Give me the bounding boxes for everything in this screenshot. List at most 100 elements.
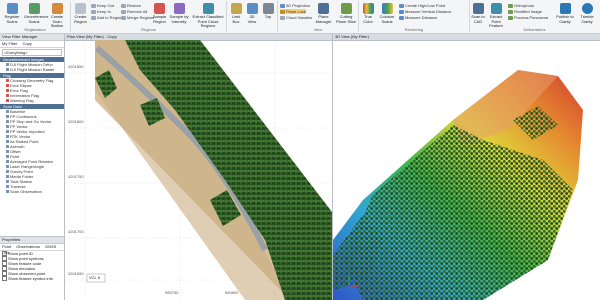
y-tick-label: 4201700 (68, 229, 84, 234)
trimble-clarity-icon (581, 3, 593, 14)
add-to-region-icon (91, 15, 96, 20)
flag-icon (6, 94, 9, 98)
publish-clarity-icon (559, 3, 571, 14)
list-item[interactable]: Warning Flag (0, 98, 64, 103)
tab-point[interactable]: Point (2, 244, 11, 249)
image-icon (6, 68, 9, 72)
point-icon (6, 155, 9, 159)
sample-region-icon (154, 3, 165, 14)
top-view-button[interactable]: Top (261, 3, 275, 20)
filter-dropdown[interactable]: <Everything> (2, 49, 62, 56)
ribbon-toolbar: Register Scans Georeference Scans Create… (0, 0, 600, 34)
3d-projection-button[interactable]: 3D Projection (280, 3, 310, 8)
flag-icon (6, 84, 9, 88)
panel-tabs: My Filter Copy (0, 41, 64, 48)
keep-out-button[interactable]: Keep Out (91, 3, 114, 8)
high-low-point-icon (399, 3, 404, 8)
publish-to-clarity-button[interactable]: Publish to Clarity (555, 3, 575, 24)
3d-view-canvas[interactable] (333, 40, 600, 300)
restore-button[interactable]: Restore (121, 3, 141, 8)
list-item[interactable]: DJI Flight Mission Raster (0, 67, 64, 72)
measure-vertical-distance-button[interactable]: Measure Vertical Distance (399, 9, 451, 14)
plane-lock-toggle[interactable]: Plane Lock (280, 9, 306, 14)
offset-icon (6, 150, 9, 154)
plane-manager-button[interactable]: Plane Manager (314, 3, 333, 24)
cloud-handles-icon (280, 15, 285, 20)
baseline-icon (6, 110, 9, 114)
checkbox-show-feature-symbol-info[interactable]: Show feature symbol info (0, 276, 64, 282)
measure-distance-button[interactable]: Measure Distance (399, 15, 437, 20)
remove-all-button[interactable]: Remove All (121, 9, 147, 14)
extract-point-feature-button[interactable]: Extract Point Feature (487, 3, 505, 29)
point-icon (6, 170, 9, 174)
cutting-plane-icon (340, 3, 352, 14)
plane-lock-icon (280, 9, 285, 14)
3d-view-button[interactable]: 3D View (245, 3, 259, 24)
list-item[interactable]: Scan Observation (0, 189, 64, 194)
limit-box-icon (230, 3, 242, 14)
orthophoto-button[interactable]: Orthophoto (508, 3, 534, 8)
merge-regions-button[interactable]: Merge Regions (121, 15, 154, 20)
group-label-regions: Regions (141, 27, 156, 32)
sample-by-intensity-button[interactable]: Sample by Intensity (169, 3, 189, 24)
process-panorama-button[interactable]: Process Panorama (508, 15, 548, 20)
orthophoto-icon (508, 3, 513, 8)
scale-label: VCL 5 (89, 275, 100, 280)
y-tick-label: 4201850 (68, 64, 84, 69)
image-icon (6, 63, 9, 67)
create-high-low-point-button[interactable]: Create High/Low Point (399, 3, 445, 8)
scan-to-cad-icon (472, 3, 484, 14)
scan-to-cad-button[interactable]: Scan to CAD (471, 3, 485, 24)
limit-box-button[interactable]: Limit Box (229, 3, 243, 24)
properties-header: Properties (0, 237, 64, 244)
ribbon-group-view: 3D Projection Plane Lock Cloud Handles P… (278, 1, 359, 32)
extract-classified-button[interactable]: Extract Classified Point Cloud Regions (191, 3, 225, 29)
true-color-icon (362, 3, 374, 14)
vector-icon (6, 115, 9, 119)
group-label-deliverables: Deliverables (523, 27, 546, 32)
total-station-icon (6, 180, 9, 184)
flag-icon (6, 79, 9, 83)
tab-my-filter[interactable]: My Filter (2, 41, 17, 46)
true-color-button[interactable]: True Color (360, 3, 376, 24)
3d-view-icon (246, 3, 258, 14)
flag-icon (6, 99, 9, 103)
extract-point-icon (490, 3, 502, 14)
keep-in-button[interactable]: Keep In (91, 9, 111, 14)
keep-out-icon (91, 3, 96, 8)
flag-icon (6, 89, 9, 93)
remove-all-icon (121, 9, 126, 14)
vector-icon (6, 125, 9, 129)
top-view-icon (262, 3, 274, 14)
ribbon-group-deliverables: Scan to CAD Extract Point Feature Orthop… (470, 1, 599, 32)
plan-view-canvas[interactable] (65, 40, 332, 300)
colorize-scans-button[interactable]: Colorize Scans (378, 3, 396, 24)
tab-copy[interactable]: Copy (22, 41, 31, 46)
y-tick-label: 4201750 (68, 174, 84, 179)
georeference-icon (28, 3, 40, 14)
rectified-image-icon (508, 9, 513, 14)
trimble-clarity-button[interactable]: Trimble Clarity (577, 3, 597, 24)
tab-observations[interactable]: Observations (16, 244, 40, 249)
rectified-image-button[interactable]: Rectified Image (508, 9, 542, 14)
add-to-region-button[interactable]: Add to Region (91, 15, 122, 20)
plan-view[interactable]: Plan View (My Filter) - Copy 4201850 420… (65, 34, 333, 300)
cloud-handles-button[interactable]: Cloud Handles (280, 15, 312, 20)
3d-view[interactable]: 3D View (My Filter) (333, 34, 600, 300)
sample-region-button[interactable]: Sample Region (151, 3, 168, 24)
panel-header: View Filter Manager (0, 34, 64, 41)
properties-panel: Properties Point Observations GNSS Obs S… (0, 236, 64, 300)
scan-station-icon (51, 3, 63, 14)
register-scans-button[interactable]: Register Scans (2, 3, 22, 24)
panorama-icon (508, 15, 513, 20)
ribbon-group-rendering: True Color Colorize Scans Create High/Lo… (359, 1, 470, 32)
extract-classified-icon (202, 3, 214, 14)
create-region-button[interactable]: Create Region (72, 3, 89, 24)
cutting-plane-slice-button[interactable]: Cutting Plane Slice (335, 3, 357, 24)
colorize-scans-icon (381, 3, 393, 14)
georeference-scans-button[interactable]: Georeference Scans (24, 3, 48, 24)
scan-icon (6, 190, 9, 194)
create-scan-station-button[interactable]: Create Scan Station (46, 3, 68, 29)
group-label-view: View (313, 27, 323, 32)
3d-projection-icon (280, 3, 285, 8)
